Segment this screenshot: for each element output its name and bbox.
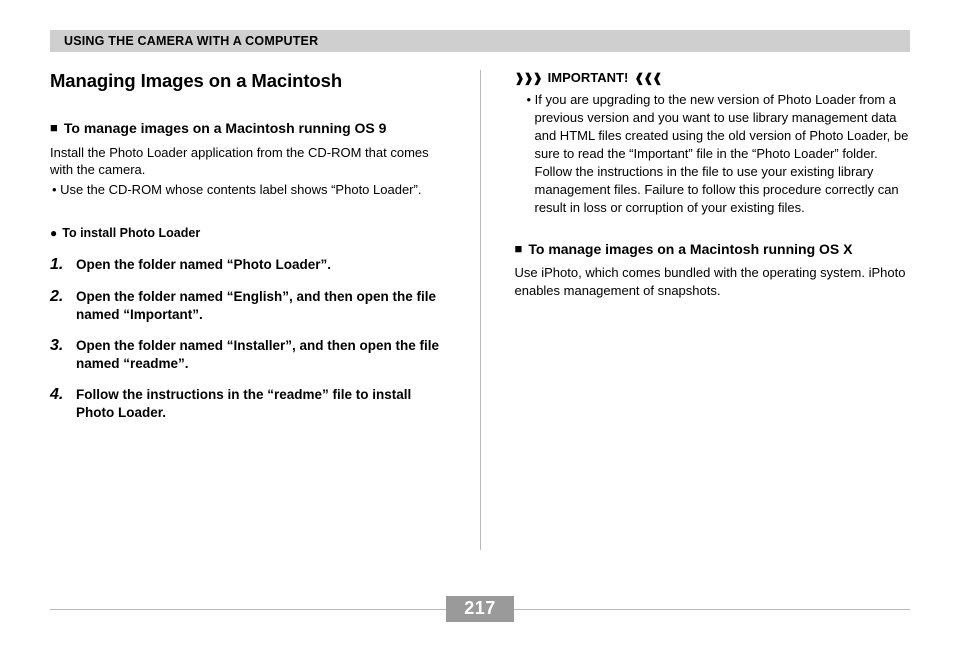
step-2: 2. Open the folder named “English”, and … xyxy=(50,288,446,323)
right-column: ❱❱❱ IMPORTANT! ❰❰❰ • If you are upgradin… xyxy=(515,70,911,550)
step-number: 4. xyxy=(50,386,68,404)
page-title: Managing Images on a Macintosh xyxy=(50,70,446,92)
page-footer: 217 xyxy=(50,596,910,622)
subheading-osx-text: To manage images on a Macintosh running … xyxy=(528,241,852,259)
subheading-osx: ■ To manage images on a Macintosh runnin… xyxy=(515,241,911,259)
install-subheading-text: To install Photo Loader xyxy=(62,226,200,240)
column-divider xyxy=(480,70,481,550)
disc-bullet-icon: ● xyxy=(50,226,57,240)
square-bullet-icon: ■ xyxy=(515,241,523,258)
osx-body: Use iPhoto, which comes bundled with the… xyxy=(515,264,911,299)
footer-rule-right xyxy=(514,609,910,610)
page-number-badge: 217 xyxy=(446,596,514,622)
square-bullet-icon: ■ xyxy=(50,120,58,137)
important-right-icon: ❰❰❰ xyxy=(634,71,661,85)
left-column: Managing Images on a Macintosh ■ To mana… xyxy=(50,70,446,550)
step-3: 3. Open the folder named “Installer”, an… xyxy=(50,337,446,372)
step-text: Open the folder named “English”, and the… xyxy=(76,288,446,323)
important-body: • If you are upgrading to the new versio… xyxy=(515,91,911,217)
step-number: 1. xyxy=(50,256,68,274)
section-header: USING THE CAMERA WITH A COMPUTER xyxy=(50,30,910,52)
important-heading: ❱❱❱ IMPORTANT! ❰❰❰ xyxy=(515,70,911,85)
step-4: 4. Follow the instructions in the “readm… xyxy=(50,386,446,421)
step-text: Follow the instructions in the “readme” … xyxy=(76,386,446,421)
intro-text: Install the Photo Loader application fro… xyxy=(50,144,446,179)
step-number: 3. xyxy=(50,337,68,355)
install-subheading: ● To install Photo Loader xyxy=(50,226,446,240)
step-text: Open the folder named “Photo Loader”. xyxy=(76,256,331,274)
subheading-os9-text: To manage images on a Macintosh running … xyxy=(64,120,387,138)
important-label: IMPORTANT! xyxy=(548,70,629,85)
content-columns: Managing Images on a Macintosh ■ To mana… xyxy=(50,70,910,550)
step-text: Open the folder named “Installer”, and t… xyxy=(76,337,446,372)
step-1: 1. Open the folder named “Photo Loader”. xyxy=(50,256,446,274)
cdrom-note: • Use the CD-ROM whose contents label sh… xyxy=(50,181,446,199)
important-left-icon: ❱❱❱ xyxy=(515,71,542,85)
step-number: 2. xyxy=(50,288,68,306)
footer-rule-left xyxy=(50,609,446,610)
subheading-os9: ■ To manage images on a Macintosh runnin… xyxy=(50,120,446,138)
